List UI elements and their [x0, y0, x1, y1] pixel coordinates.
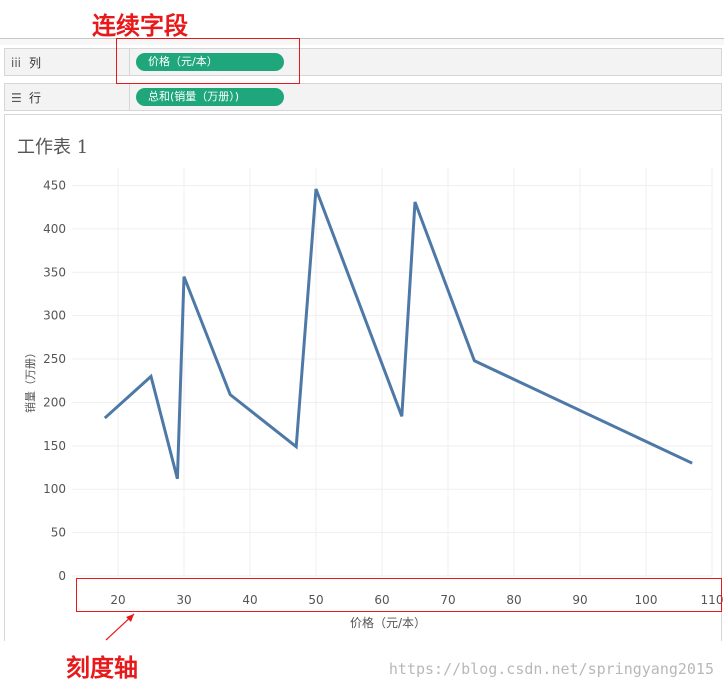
- y-axis-label: 销量（万册）: [23, 347, 37, 413]
- y-tick-label: 400: [43, 222, 66, 236]
- y-tick-label: 100: [43, 482, 66, 496]
- y-tick-label: 150: [43, 439, 66, 453]
- annotation-scale-axis: 刻度轴: [66, 654, 138, 682]
- chart-grid: [72, 168, 713, 577]
- watermark: https://blog.csdn.net/springyang2015: [388, 660, 714, 678]
- sales-line-series[interactable]: [103, 188, 693, 480]
- y-tick-label: 250: [43, 352, 66, 366]
- y-tick-label: 450: [43, 179, 66, 193]
- annotation-box-scale-axis: [76, 578, 722, 612]
- y-tick-label: 50: [51, 526, 66, 540]
- y-tick-label: 350: [43, 265, 66, 279]
- y-axis-ticks: 0 50 100 150 200 250 300 350 400 450: [43, 179, 66, 584]
- y-tick-label: 0: [58, 569, 66, 583]
- y-tick-label: 200: [43, 395, 66, 409]
- y-tick-label: 300: [43, 309, 66, 323]
- x-axis-label: 价格（元/本）: [350, 615, 426, 630]
- chart-series: [103, 188, 693, 480]
